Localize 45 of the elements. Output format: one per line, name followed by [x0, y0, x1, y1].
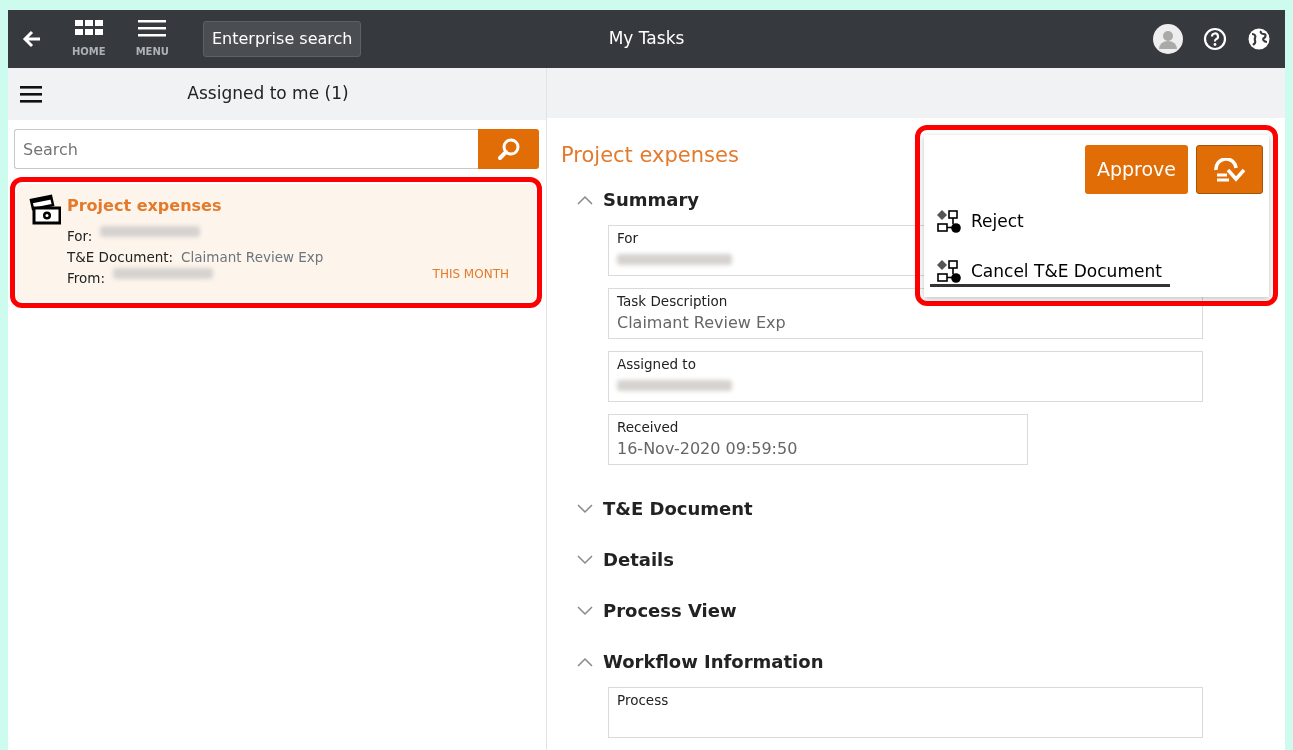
- help-icon[interactable]: [1203, 27, 1227, 51]
- search-field[interactable]: Search: [14, 129, 478, 169]
- menu-item[interactable]: Cancel T&E Document: [924, 247, 1269, 297]
- field-value: 16-Nov-2020 09:59:50: [617, 438, 799, 461]
- workflow-icon: [936, 259, 963, 285]
- menu-button[interactable]: MENU: [135, 19, 169, 59]
- section-header[interactable]: Details: [603, 546, 674, 573]
- chevron-down-icon[interactable]: [577, 503, 593, 514]
- menu-icon[interactable]: [20, 85, 42, 103]
- avatar-icon[interactable]: [1153, 24, 1183, 54]
- chevron-up-icon[interactable]: [577, 656, 593, 667]
- date-group-label: THIS MONTH: [432, 266, 509, 283]
- section-header[interactable]: Workflow Information: [603, 648, 824, 675]
- chevron-up-icon[interactable]: [577, 194, 593, 205]
- chevron-down-icon[interactable]: [577, 554, 593, 565]
- menu-item[interactable]: Reject: [924, 197, 1269, 247]
- field-value: Claimant Review Exp: [617, 312, 787, 335]
- section-header[interactable]: Summary: [603, 186, 700, 213]
- field-label: Process: [617, 691, 670, 710]
- money-icon: [29, 194, 61, 226]
- field-label: Task Description: [617, 292, 729, 311]
- search-button[interactable]: [478, 129, 539, 169]
- field-label: For:: [67, 227, 93, 246]
- task-heading: Project expenses: [561, 141, 739, 169]
- search-icon: [496, 137, 521, 161]
- task-item[interactable]: Project expenses For: T&E Document: Claimant Review Exp From: THIS MONTH: [17, 184, 535, 301]
- field-label: From:: [67, 269, 105, 288]
- page-title: My Tasks: [608, 28, 685, 49]
- back-button[interactable]: [22, 30, 42, 48]
- field-value: Claimant Review Exp: [181, 248, 324, 267]
- list-title: Assigned to me (1): [187, 83, 349, 104]
- menu-icon: [138, 19, 167, 40]
- field-label: T&E Document:: [67, 248, 174, 267]
- more-actions-button[interactable]: [1196, 145, 1263, 194]
- globe-icon[interactable]: [1247, 27, 1271, 51]
- field-label: Assigned to: [617, 355, 697, 374]
- section-header[interactable]: T&E Document: [603, 495, 753, 522]
- task-title: Project expenses: [67, 195, 223, 217]
- home-button[interactable]: HOME: [72, 19, 106, 59]
- field-label: Received: [617, 418, 680, 437]
- chevron-down-icon[interactable]: [577, 605, 593, 616]
- workflow-icon: [936, 209, 963, 235]
- field-label: For: [617, 229, 640, 248]
- section-header[interactable]: Process View: [603, 597, 737, 624]
- enterprise-search-button[interactable]: Enterprise search: [202, 21, 362, 57]
